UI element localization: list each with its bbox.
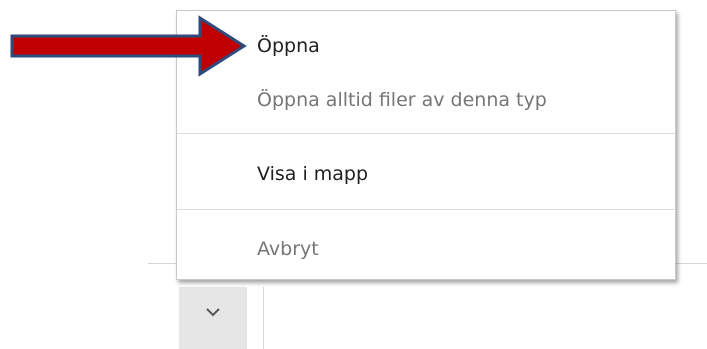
screen: Öppna Öppna alltid filer av denna typ Vi… <box>0 0 707 349</box>
shelf-divider <box>263 287 264 349</box>
red-arrow-icon <box>10 15 247 77</box>
menu-item-always-open[interactable]: Öppna alltid filer av denna typ <box>257 88 547 112</box>
download-options-button[interactable] <box>179 287 247 349</box>
download-context-menu: Öppna Öppna alltid filer av denna typ Vi… <box>176 10 676 280</box>
chevron-down-icon <box>206 308 220 317</box>
menu-item-show-in-folder[interactable]: Visa i mapp <box>257 162 368 186</box>
menu-item-open[interactable]: Öppna <box>257 34 320 58</box>
menu-separator <box>177 133 675 134</box>
menu-item-cancel[interactable]: Avbryt <box>257 237 319 261</box>
menu-separator <box>177 209 675 210</box>
